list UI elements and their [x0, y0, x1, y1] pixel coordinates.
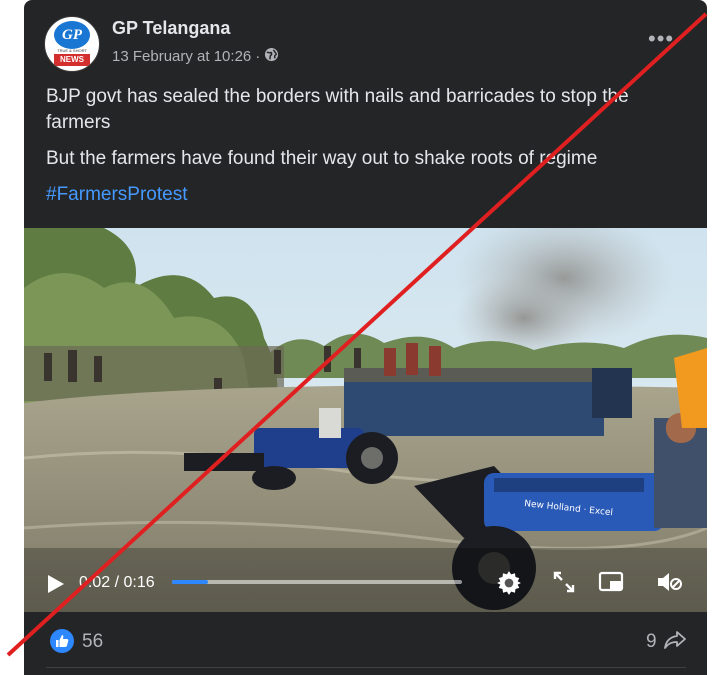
avatar-logo: GP [54, 21, 90, 49]
more-options-button[interactable]: ••• [648, 26, 674, 52]
post-paragraph-2: But the farmers have found their way out… [46, 148, 598, 169]
video-time: 0:02 / 0:16 [79, 574, 155, 592]
volume-button[interactable] [656, 570, 684, 599]
like-icon [50, 629, 74, 653]
video-player[interactable]: New Holland · Excel [24, 228, 707, 612]
share-button[interactable] [664, 630, 686, 655]
duration: 0:16 [123, 574, 155, 591]
post-text: BJP govt has sealed the borders with nai… [46, 84, 686, 218]
globe-icon [264, 47, 279, 66]
current-time: 0:02 [79, 574, 111, 591]
page-name-link[interactable]: GP Telangana [112, 18, 230, 39]
page-avatar[interactable]: GP TRUE & SHORT NEWS [44, 16, 100, 72]
post-meta: 13 February at 10:26 · [112, 47, 279, 66]
meta-separator: · [255, 48, 261, 65]
pip-icon [598, 571, 624, 592]
fullscreen-icon [553, 571, 575, 593]
progress-bar[interactable] [172, 580, 462, 584]
like-reaction-button[interactable] [50, 629, 74, 658]
video-frame: New Holland · Excel [24, 228, 707, 612]
avatar-badge: NEWS [54, 54, 90, 66]
pip-button[interactable] [598, 570, 626, 599]
avatar-tagline: TRUE & SHORT [57, 48, 87, 53]
share-icon [664, 631, 686, 649]
like-count[interactable]: 56 [82, 631, 103, 653]
time-separator: / [110, 574, 124, 591]
share-count[interactable]: 9 [646, 631, 657, 653]
post-paragraph-1: BJP govt has sealed the borders with nai… [46, 86, 629, 133]
hashtag-link[interactable]: #FarmersProtest [46, 184, 187, 205]
volume-icon [658, 573, 682, 591]
progress-fill [172, 580, 209, 584]
play-button[interactable] [44, 573, 66, 600]
fullscreen-button[interactable] [552, 570, 576, 599]
footer-divider [46, 667, 686, 668]
more-icon: ••• [648, 26, 675, 51]
settings-icon [497, 571, 521, 595]
post-card: GP TRUE & SHORT NEWS GP Telangana 13 Feb… [24, 0, 707, 675]
settings-button[interactable] [496, 570, 522, 601]
play-icon [48, 575, 64, 593]
post-timestamp[interactable]: 13 February at 10:26 [112, 48, 251, 65]
